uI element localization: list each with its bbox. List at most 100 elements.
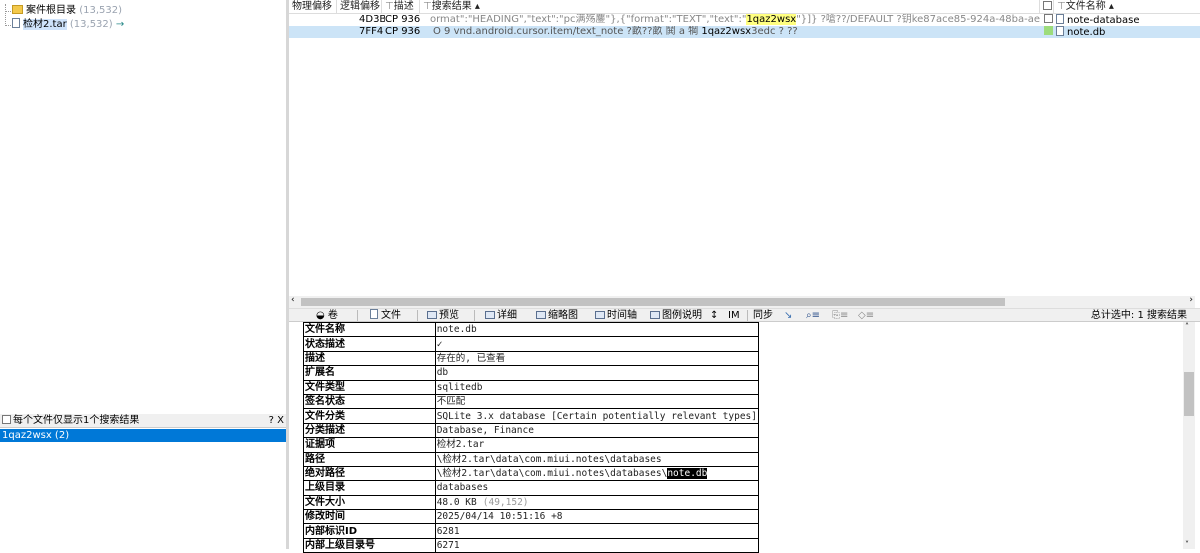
detail-key: 证据项 <box>303 437 436 453</box>
col-check[interactable] <box>1040 0 1054 14</box>
search-hits-panel: 每个文件仅显示1个搜索结果 ? X 1qaz2wsx (2) <box>0 414 286 549</box>
scrollbar-thumb[interactable] <box>301 298 1005 306</box>
evidence-tree: 案件根目录 (13,532) 检材2.tar (13,532) → <box>0 0 286 412</box>
timeline-tab-label: 时间轴 <box>607 310 637 321</box>
context-after: 3edc ? ?? <box>751 26 798 37</box>
detail-key: 内部标识ID <box>303 523 436 539</box>
close-button[interactable]: X <box>277 415 284 426</box>
thumbnails-icon <box>536 311 546 319</box>
detail-value-text: 6271 <box>436 540 460 552</box>
details-table: 文件名称 note.db 状态描述 ✓ 描述 存在的, 已查看 扩展名 db 文件类型 sqlit… <box>303 321 760 553</box>
table-row[interactable]: 4D3B CP 936 ormat":"HEADING","text":"pc满… <box>289 14 1200 26</box>
table-row-selected[interactable]: 7FF4 CP 936 O 9 vnd.android.cursor.item/… <box>289 26 1200 38</box>
scroll-up-icon[interactable]: ˄ <box>1185 322 1189 331</box>
volume-tab[interactable]: ◒ 卷 <box>313 309 341 322</box>
search-result-cell: O 9 vnd.android.cursor.item/text_note ?畝… <box>433 26 1040 38</box>
scroll-down-icon[interactable]: ˅ <box>1185 540 1189 549</box>
context-before: O 9 vnd.android.cursor.item/text_note ?畝… <box>433 26 702 37</box>
logic-offset-cell: 4D3B <box>359 14 385 25</box>
copy-icon[interactable]: ⎘≡ <box>829 309 851 322</box>
detail-value: \检材2.tar\data\com.miui.notes\databases\n… <box>434 465 760 482</box>
col-phys-offset[interactable]: 物理偏移 <box>289 0 337 14</box>
details-tab[interactable]: 详细 <box>482 309 520 322</box>
preview-tab[interactable]: 预览 <box>424 309 462 322</box>
filename-cell: note.db <box>1056 26 1196 38</box>
refresh-icon[interactable]: ◇≡ <box>855 309 877 322</box>
detail-key: 文件分类 <box>303 408 436 424</box>
detail-row: 文件名称 note.db <box>303 321 760 338</box>
detail-key: 路径 <box>303 451 436 467</box>
encoding-cell: CP 936 <box>385 26 421 37</box>
detail-value: \检材2.tar\data\com.miui.notes\databases <box>434 451 760 467</box>
col-logic-offset[interactable]: 逻辑偏移 <box>337 0 382 14</box>
detail-value: Database, Finance <box>434 422 760 439</box>
toolbar-divider <box>357 310 358 321</box>
col-search-result[interactable]: ⊤搜索结果 ▴ <box>420 0 1040 14</box>
detail-row: 绝对路径 \检材2.tar\data\com.miui.notes\databas… <box>303 465 760 482</box>
file-tab-label: 文件 <box>381 310 401 321</box>
detail-key: 签名状态 <box>303 393 436 410</box>
select-all-checkbox[interactable] <box>1043 1 1052 10</box>
search-term-item[interactable]: 1qaz2wsx (2) <box>0 429 286 442</box>
im-tab[interactable]: IM <box>725 309 743 322</box>
toolbar-divider <box>417 310 418 321</box>
filename-text: note-database <box>1067 15 1140 26</box>
detail-key: 文件类型 <box>303 379 436 395</box>
thumbnails-tab[interactable]: 缩略图 <box>533 309 581 322</box>
detail-row: 文件分类 SQLite 3.x database [Certain potenti… <box>303 408 760 424</box>
detail-row: 文件类型 sqlitedb <box>303 379 760 395</box>
context-before: ormat":"HEADING","text":"pc满殇鏖"},{"forma… <box>430 14 747 25</box>
results-grid: 物理偏移 逻辑偏移 ⊤描述 ⊤搜索结果 ▴ ⊤文件名称 ▴ 4D3B CP 93… <box>289 0 1200 296</box>
col-desc[interactable]: ⊤描述 <box>382 0 420 14</box>
detail-row: 签名状态 不匹配 <box>303 393 760 410</box>
filename-cell: note-database <box>1056 14 1196 26</box>
detail-key: 扩展名 <box>303 365 436 381</box>
sync-arrow-icon[interactable]: ↘ <box>781 309 795 322</box>
detail-key: 内部上级目录号 <box>303 537 436 553</box>
scroll-left-icon[interactable]: ‹ <box>291 295 295 305</box>
legend-tab[interactable]: 图例说明 <box>647 309 705 322</box>
scroll-right-icon[interactable]: › <box>1189 295 1193 305</box>
detail-value-text: databases <box>436 482 489 494</box>
detail-value-text: 检材2.tar <box>436 439 485 451</box>
detail-value: sqlitedb <box>434 379 760 395</box>
detail-value: 6271 <box>434 537 760 553</box>
view-toolbar: ◒ 卷 文件 预览 详细 缩略图 时间轴 图例说明 ↕ IM 同步 ↘ ⌕≡ ⎘… <box>289 308 1200 322</box>
detail-row: 证据项 检材2.tar <box>303 437 760 453</box>
tree-item-evidence[interactable]: 检材2.tar (13,532) → <box>12 18 124 32</box>
detail-value: 6281 <box>434 523 760 539</box>
timeline-tab[interactable]: 时间轴 <box>592 309 640 322</box>
detail-value: SQLite 3.x database [Certain potentially… <box>434 408 760 424</box>
tree-item-root[interactable]: 案件根目录 (13,532) <box>12 4 122 18</box>
file-tab[interactable]: 文件 <box>367 309 404 322</box>
panel-buttons: ? X <box>269 414 284 428</box>
cursor-icon: ↕ <box>710 310 719 321</box>
detail-value-text: 存在的, 已查看 <box>436 352 506 364</box>
search-hit: 1qaz2wsx <box>701 26 752 37</box>
row-checkbox[interactable] <box>1044 14 1053 23</box>
tree-connector <box>5 4 6 26</box>
help-button[interactable]: ? <box>269 415 274 426</box>
scrollbar-thumb[interactable] <box>1184 372 1194 416</box>
tree-root-count: (13,532) <box>79 5 122 16</box>
volume-icon: ◒ <box>316 310 328 321</box>
filter-icon: ⊤ <box>1057 1 1066 12</box>
row-checkbox-checked[interactable] <box>1044 26 1053 35</box>
sync-button[interactable]: 同步 <box>750 309 776 322</box>
horizontal-scrollbar[interactable]: ‹ › <box>289 295 1195 308</box>
detail-value-text: \检材2.tar\data\com.miui.notes\databases <box>436 453 662 465</box>
col-filename[interactable]: ⊤文件名称 ▴ <box>1054 0 1200 14</box>
find-icon[interactable]: ⌕≡ <box>803 309 823 322</box>
vertical-scrollbar[interactable]: ˄ ˅ <box>1183 322 1195 549</box>
detail-value-text: 2025/04/14 10:51:16 +8 <box>436 511 563 523</box>
detail-value-text: SQLite 3.x database [Certain potentially… <box>436 410 757 422</box>
one-hit-per-file-checkbox[interactable] <box>2 415 11 424</box>
detail-value: db <box>434 365 760 381</box>
col-desc-label: 描述 <box>393 1 414 12</box>
detail-value: 48.0 KB (49,152) <box>434 494 760 511</box>
arrow-icon: → <box>115 19 125 30</box>
tree-connector <box>5 25 11 26</box>
toolbar-divider <box>747 310 748 321</box>
toolbar-divider <box>474 310 475 321</box>
file-icon <box>12 18 20 28</box>
